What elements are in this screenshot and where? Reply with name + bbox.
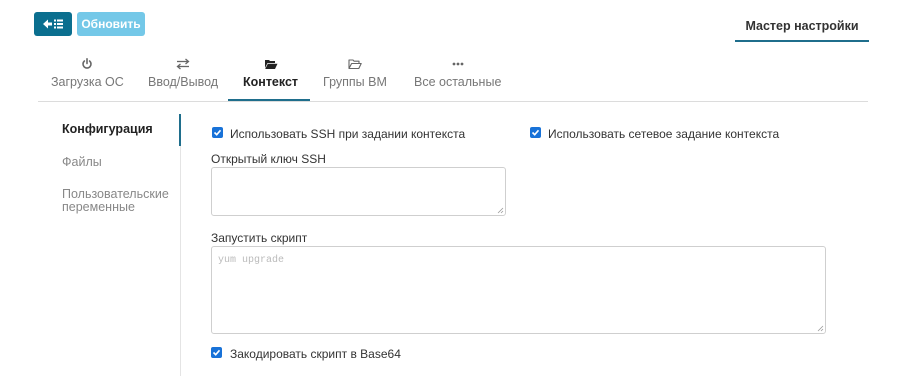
ssh-key-label: Открытый ключ SSH (211, 152, 326, 166)
sidebar-item-configuration[interactable]: Конфигурация (62, 123, 153, 136)
tab-os-boot[interactable]: Загрузка ОС (51, 56, 124, 102)
tab-label: Группы ВМ (323, 75, 387, 89)
checkmark-icon (213, 129, 222, 136)
checkmark-icon (531, 129, 540, 136)
ellipsis-icon (452, 56, 464, 72)
network-context-checkbox[interactable] (530, 127, 541, 138)
script-label: Запустить скрипт (211, 231, 308, 245)
script-textarea[interactable]: yum upgrade (211, 246, 826, 334)
ssh-context-label: Использовать SSH при задании контекста (230, 127, 466, 141)
resize-grip-icon[interactable] (497, 207, 504, 214)
tab-label: Загрузка ОС (51, 75, 124, 89)
base64-checkbox[interactable] (211, 347, 222, 358)
sidebar-divider (180, 114, 181, 376)
refresh-button[interactable]: Обновить (77, 12, 145, 36)
network-context-label: Использовать сетевое задание контекста (548, 127, 780, 141)
back-button[interactable] (34, 12, 72, 36)
ssh-context-checkbox[interactable] (212, 127, 223, 138)
tab-label: Контекст (243, 75, 299, 89)
tab-label: Ввод/Вывод (148, 75, 219, 89)
tab-context[interactable]: Контекст (243, 56, 298, 102)
sidebar-item-files[interactable]: Файлы (62, 156, 102, 169)
exchange-icon (176, 56, 190, 72)
active-sidebar-indicator (179, 114, 181, 146)
folder-open-solid-icon (264, 56, 278, 72)
tab-all-other[interactable]: Все остальные (414, 56, 501, 102)
tabs-divider (38, 101, 868, 102)
resize-grip-icon[interactable] (817, 325, 824, 332)
checkmark-icon (212, 349, 221, 356)
tab-vm-groups[interactable]: Группы ВМ (323, 56, 387, 102)
tab-io[interactable]: Ввод/Вывод (148, 56, 218, 102)
folder-open-outline-icon (348, 56, 362, 72)
setup-wizard-tab[interactable]: Мастер настройки (735, 12, 869, 42)
sidebar-item-user-variables[interactable]: Пользовательские переменные (62, 188, 172, 214)
power-icon (81, 56, 93, 72)
tab-label: Все остальные (414, 75, 502, 89)
ssh-key-textarea[interactable] (211, 167, 506, 216)
arrow-left-list-icon (43, 19, 63, 29)
base64-label: Закодировать скрипт в Base64 (230, 347, 401, 361)
